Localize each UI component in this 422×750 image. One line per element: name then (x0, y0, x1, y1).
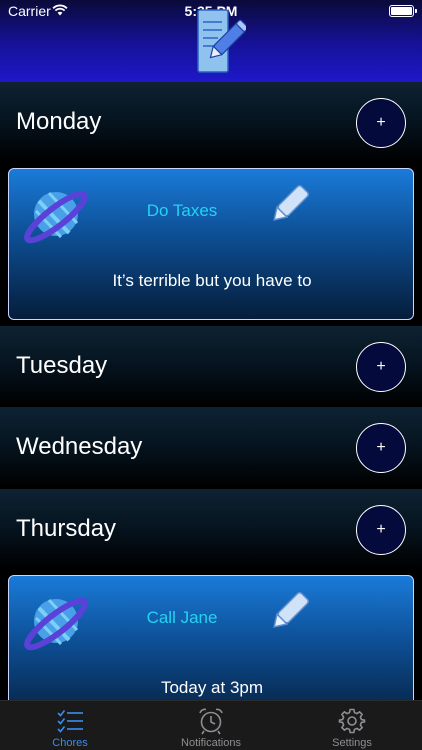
edit-pencil-icon[interactable] (265, 588, 313, 636)
chore-title: Call Jane (146, 608, 218, 627)
tab-settings[interactable]: Settings (282, 701, 422, 750)
checklist-icon (57, 710, 83, 733)
notepad-pencil-icon (197, 9, 246, 73)
day-row-tuesday: Tuesday + (0, 326, 422, 406)
tab-label: Notifications (181, 737, 241, 749)
planet-icon (24, 597, 88, 651)
tab-label: Settings (332, 737, 372, 749)
chore-card[interactable]: Call Jane Today at 3pm (8, 575, 414, 700)
chore-description: It’s terrible but you have to (112, 271, 312, 290)
day-label: Tuesday (16, 352, 108, 379)
day-row-monday: Monday + (0, 82, 422, 162)
add-chore-button[interactable]: + (356, 342, 406, 392)
add-chore-button[interactable]: + (356, 423, 406, 473)
day-label: Thursday (16, 515, 117, 542)
gear-icon (338, 708, 366, 734)
day-label: Monday (16, 108, 102, 135)
chores-list[interactable]: Monday + Do Taxes It’s terrible but you … (0, 82, 422, 700)
chore-description: Today at 3pm (160, 678, 264, 697)
chore-title: Do Taxes (146, 201, 218, 220)
battery-icon (389, 5, 417, 17)
day-row-thursday: Thursday + (0, 489, 422, 569)
add-chore-button[interactable]: + (356, 98, 406, 148)
tab-chores[interactable]: Chores (0, 701, 140, 750)
tab-label: Chores (52, 737, 88, 749)
tab-notifications[interactable]: Notifications (141, 701, 281, 750)
alarm-clock-icon (199, 708, 223, 735)
planet-icon (24, 190, 88, 244)
tab-bar: Chores Notifications Settings (0, 700, 422, 750)
edit-pencil-icon[interactable] (265, 181, 313, 229)
day-label: Wednesday (16, 433, 143, 460)
chore-card[interactable]: Do Taxes It’s terrible but you have to (8, 168, 414, 320)
add-chore-button[interactable]: + (356, 505, 406, 555)
navigation-header: Carrier 5:35 PM (0, 0, 422, 82)
day-row-wednesday: Wednesday + (0, 407, 422, 487)
